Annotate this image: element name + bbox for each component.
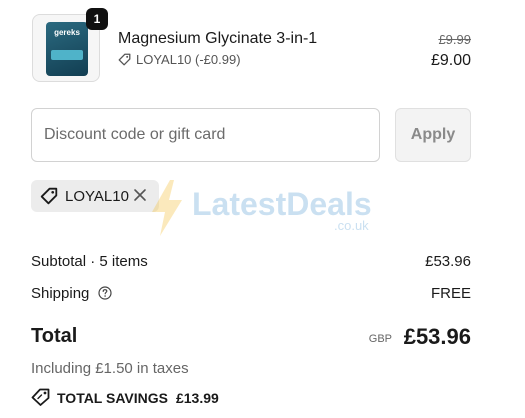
- total-value: £53.96: [403, 324, 471, 349]
- product-name: Magnesium Glycinate 3-in-1: [118, 30, 318, 47]
- quantity-badge: 1: [86, 8, 108, 30]
- product-image: gereks: [46, 22, 88, 76]
- taxes-note: Including £1.50 in taxes: [31, 360, 189, 377]
- savings-label: TOTAL SAVINGS: [57, 390, 168, 406]
- apply-button[interactable]: Apply: [395, 108, 471, 162]
- tag-icon: [118, 53, 131, 66]
- bolt-icon: [152, 180, 182, 236]
- product-discount-text: LOYAL10 (-£0.99): [136, 52, 241, 67]
- applied-discount-code: LOYAL10: [65, 188, 129, 205]
- discount-code-input[interactable]: [31, 108, 380, 162]
- line-item: gereks 1 Magnesium Glycinate 3-in-1 LOYA…: [30, 8, 474, 84]
- savings-value: £13.99: [175, 390, 219, 406]
- close-icon[interactable]: [133, 188, 147, 202]
- shipping-row: Shipping FREE: [31, 285, 471, 302]
- subtotal-label: Subtotal · 5 items: [31, 253, 148, 270]
- subtotal-row: Subtotal · 5 items £53.96: [31, 253, 471, 270]
- product-image-band: [51, 50, 83, 60]
- total-row: Total GBP £53.96: [31, 324, 471, 349]
- shipping-value: FREE: [430, 285, 471, 302]
- watermark: LatestDeals .co.uk: [150, 180, 380, 238]
- total-label: Total: [31, 325, 78, 347]
- applied-discount-chip: LOYAL10: [31, 180, 159, 212]
- tag-icon: [40, 187, 58, 205]
- watermark-domain: .co.uk: [334, 218, 369, 233]
- subtotal-value: £53.96: [425, 253, 471, 270]
- product-discount: LOYAL10 (-£0.99): [118, 52, 241, 67]
- shipping-label: Shipping: [31, 285, 90, 302]
- product-image-brand: gereks: [54, 28, 80, 37]
- sale-price: £9.00: [430, 52, 471, 69]
- price-tag-icon: [31, 388, 50, 406]
- total-savings: TOTAL SAVINGS £13.99: [31, 388, 219, 406]
- original-price: £9.99: [438, 32, 471, 47]
- help-circle-icon[interactable]: [97, 286, 112, 300]
- currency-code: GBP: [368, 333, 392, 345]
